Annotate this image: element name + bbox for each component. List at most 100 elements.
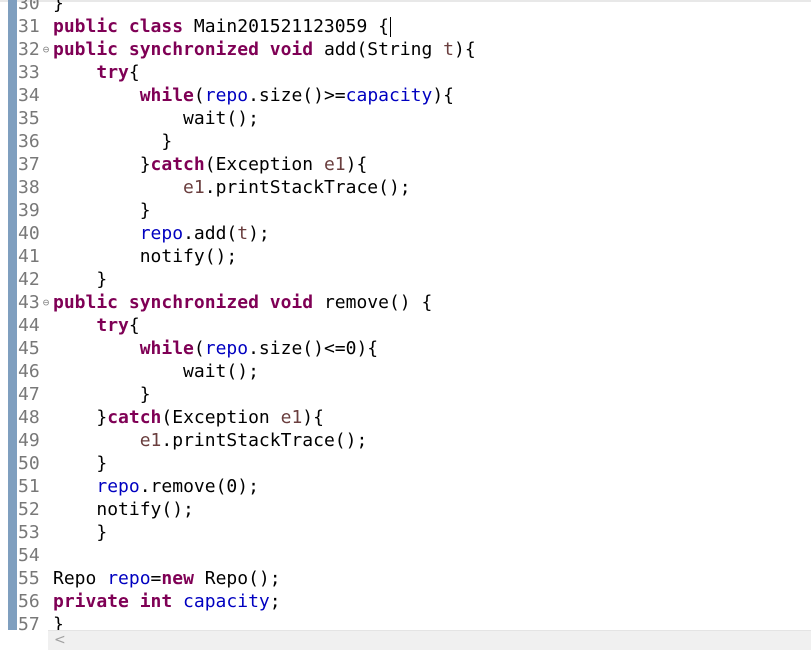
code-text[interactable]: notify(); [53, 498, 194, 521]
code-token: .printStackTrace(); [204, 177, 411, 198]
code-line[interactable]: 56 private int capacity; [0, 590, 811, 613]
code-line[interactable]: 44 try{ [0, 314, 811, 337]
code-line[interactable]: 53 } [0, 521, 811, 544]
code-token: (Exception [161, 407, 281, 428]
code-text[interactable]: } [53, 268, 107, 291]
code-text[interactable]: while(repo.size()<=0){ [53, 337, 378, 360]
code-line[interactable]: 34 while(repo.size()>=capacity){ [0, 84, 811, 107]
code-line[interactable]: 33 try{ [0, 61, 811, 84]
code-line[interactable]: 37 }catch(Exception e1){ [0, 153, 811, 176]
code-text[interactable]: public class Main201521123059 { [53, 15, 391, 38]
code-text[interactable]: repo.add(t); [53, 222, 270, 245]
keyword-token: while [139, 338, 194, 359]
line-number: 34 [18, 85, 40, 106]
code-token: .size()>= [248, 85, 346, 106]
code-text[interactable]: public synchronized void remove() { [53, 291, 432, 314]
fold-collapse-icon[interactable]: ⊖ [40, 38, 52, 61]
code-text[interactable]: e1.printStackTrace(); [53, 429, 368, 452]
code-line[interactable]: 48 }catch(Exception e1){ [0, 406, 811, 429]
code-line[interactable]: 52 notify(); [0, 498, 811, 521]
code-line[interactable]: 49 e1.printStackTrace(); [0, 429, 811, 452]
code-token: remove() { [323, 292, 433, 313]
code-text[interactable]: private int capacity; [53, 590, 281, 613]
code-text[interactable]: repo.remove(0); [53, 475, 259, 498]
keyword-token: catch [150, 154, 205, 175]
code-line[interactable]: 47 } [0, 383, 811, 406]
code-token: Repo [53, 568, 108, 589]
code-text[interactable]: e1.printStackTrace(); [53, 176, 411, 199]
code-line[interactable]: 51 repo.remove(0); [0, 475, 811, 498]
code-line[interactable]: 32 ⊖ public synchronized void add(String t… [0, 38, 811, 61]
code-text[interactable]: Repo repo=new Repo(); [53, 567, 281, 590]
line-number: 56 [18, 591, 40, 612]
code-line[interactable]: 54 [0, 544, 811, 567]
variable-token: e1 [280, 407, 303, 428]
scroll-left-arrow-icon[interactable]: < [54, 631, 66, 649]
code-text[interactable]: try{ [53, 314, 140, 337]
line-number: 45 [18, 338, 40, 359]
keyword-token: try [96, 62, 129, 83]
code-line[interactable]: 40 repo.add(t); [0, 222, 811, 245]
keyword-token: new [161, 568, 194, 589]
line-number: 53 [18, 522, 40, 543]
variable-token: t [443, 39, 454, 60]
code-lines[interactable]: 30} 31 public class Main201521123059 {32 ⊖ p… [0, 0, 811, 636]
code-token: Main201521123059 { [193, 16, 389, 37]
line-number: 48 [18, 407, 40, 428]
code-line[interactable]: 35 wait(); [0, 107, 811, 130]
horizontal-scrollbar[interactable]: < [48, 630, 811, 650]
code-text[interactable]: } [53, 130, 172, 153]
code-text[interactable]: try{ [53, 61, 139, 84]
code-line[interactable]: 46 wait(); [0, 360, 811, 383]
variable-token: e1 [139, 430, 162, 451]
code-token: { [128, 315, 140, 336]
code-text[interactable]: } [53, 199, 151, 222]
code-line[interactable]: 31 public class Main201521123059 { [0, 15, 811, 38]
code-text[interactable]: notify(); [53, 245, 238, 268]
code-editor[interactable]: 30} 31 public class Main201521123059 {32 ⊖ p… [0, 0, 811, 650]
code-token: (Exception [204, 154, 324, 175]
line-number: 52 [18, 499, 40, 520]
line-number: 36 [18, 131, 40, 152]
field-token: repo [204, 85, 249, 106]
code-line[interactable]: 41 notify(); [0, 245, 811, 268]
code-text[interactable]: } [53, 521, 107, 544]
code-line[interactable]: 30} [0, 0, 811, 15]
keyword-token: while [139, 85, 194, 106]
code-text[interactable]: while(repo.size()>=capacity){ [53, 84, 454, 107]
code-token: ); [248, 223, 270, 244]
code-line[interactable]: 43 ⊖ public synchronized void remove() { [0, 291, 811, 314]
variable-token: e1 [323, 154, 346, 175]
code-token: ){ [454, 39, 476, 60]
line-number: 47 [18, 384, 40, 405]
code-text[interactable]: } [53, 0, 64, 15]
code-token: } [139, 200, 151, 221]
field-token: capacity [345, 85, 433, 106]
keyword-token: public synchronized void [53, 292, 324, 313]
code-line[interactable]: 42 } [0, 268, 811, 291]
code-line[interactable]: 50 } [0, 452, 811, 475]
code-text[interactable]: }catch(Exception e1){ [53, 153, 368, 176]
code-text[interactable]: wait(); [53, 360, 259, 383]
code-token: ; [269, 591, 281, 612]
code-line[interactable]: 36 } [0, 130, 811, 153]
code-line[interactable]: 39 } [0, 199, 811, 222]
code-text[interactable]: }catch(Exception e1){ [53, 406, 324, 429]
code-line[interactable]: 55 Repo repo=new Repo(); [0, 567, 811, 590]
code-line[interactable]: 38 e1.printStackTrace(); [0, 176, 811, 199]
code-line[interactable]: 45 while(repo.size()<=0){ [0, 337, 811, 360]
code-text[interactable]: } [53, 452, 107, 475]
code-text[interactable]: public synchronized void add(String t){ [53, 38, 476, 61]
code-text[interactable]: wait(); [53, 107, 259, 130]
fold-collapse-icon[interactable]: ⊖ [40, 291, 52, 314]
code-text[interactable]: } [53, 383, 151, 406]
code-token: notify(); [96, 499, 194, 520]
